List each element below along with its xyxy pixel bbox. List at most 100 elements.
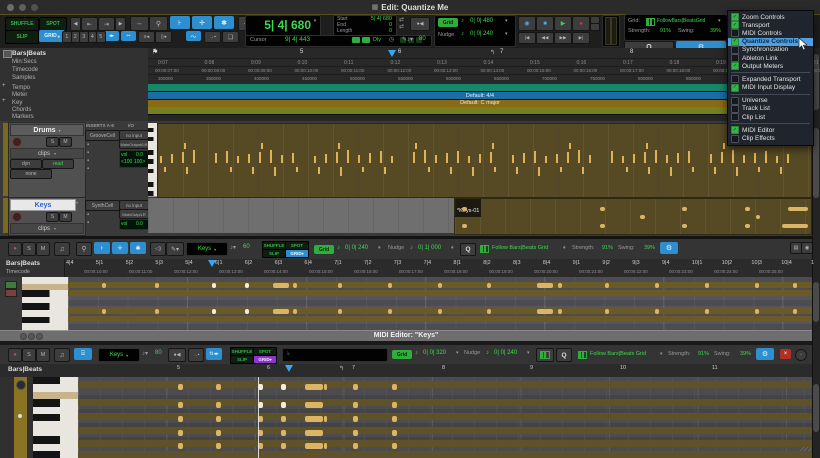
drum-midi-note[interactable] bbox=[710, 154, 712, 163]
midi-note[interactable] bbox=[281, 402, 286, 408]
drums-view-selector[interactable]: clips▾ bbox=[10, 148, 84, 159]
midi-note[interactable] bbox=[102, 283, 106, 288]
midi-note[interactable] bbox=[558, 309, 562, 314]
drum-midi-note[interactable] bbox=[336, 152, 338, 163]
drum-midi-note[interactable] bbox=[523, 153, 525, 163]
drums-elastic-audio-selector[interactable]: none bbox=[10, 169, 52, 179]
ed2-track-selector[interactable]: Keys▾ bbox=[98, 348, 140, 362]
ed1-remove-controller-button[interactable] bbox=[5, 289, 17, 297]
ed2-knob-icon[interactable] bbox=[16, 380, 26, 390]
drum-midi-note[interactable] bbox=[648, 167, 650, 174]
drum-midi-note[interactable] bbox=[765, 151, 767, 163]
ed2-close-button[interactable]: × bbox=[780, 349, 791, 359]
ed1-selector-tool-button[interactable]: ✛ bbox=[112, 242, 128, 254]
midi-note[interactable] bbox=[324, 416, 327, 422]
midi-note[interactable] bbox=[293, 283, 297, 288]
midi-note[interactable] bbox=[324, 443, 327, 449]
menu-item-expanded-transport[interactable]: Expanded Transport bbox=[728, 75, 813, 83]
midi-note[interactable] bbox=[392, 430, 397, 436]
midi-note[interactable] bbox=[353, 402, 358, 408]
drum-midi-note[interactable] bbox=[292, 153, 294, 163]
drum-midi-note[interactable] bbox=[626, 167, 628, 172]
ed1-record-button[interactable]: ● bbox=[8, 242, 22, 256]
ed1-grabber-tool-button[interactable]: ✱ bbox=[130, 242, 146, 254]
ed1-trim-tool-button[interactable]: ⊦ bbox=[94, 242, 110, 254]
drum-midi-note[interactable] bbox=[261, 143, 263, 149]
drum-midi-note[interactable] bbox=[424, 150, 426, 163]
ed2-input-monitor-button[interactable]: ●◀ bbox=[168, 348, 186, 362]
midi-note[interactable] bbox=[281, 384, 286, 390]
count-off-button[interactable] bbox=[590, 23, 600, 31]
ed2-mute-button[interactable]: M bbox=[36, 348, 50, 362]
drum-midi-note[interactable] bbox=[646, 143, 648, 149]
play-button[interactable]: ▶ bbox=[554, 16, 572, 31]
keys-track-lane[interactable] bbox=[148, 198, 454, 233]
drum-midi-note[interactable] bbox=[215, 153, 217, 163]
ed1-piano-key[interactable] bbox=[22, 323, 68, 331]
timeline-insertion-button[interactable]: →▪ bbox=[204, 31, 221, 43]
drum-midi-note[interactable] bbox=[340, 167, 342, 176]
midi-note[interactable] bbox=[487, 283, 491, 288]
midi-note[interactable] bbox=[178, 430, 183, 436]
ed1-notes-view-button[interactable]: ♫ bbox=[54, 242, 70, 256]
drum-midi-note[interactable] bbox=[415, 143, 417, 149]
drum-midi-note[interactable] bbox=[633, 154, 635, 163]
drum-midi-note[interactable] bbox=[380, 151, 382, 163]
drum-midi-note[interactable] bbox=[358, 155, 360, 163]
drum-midi-note[interactable] bbox=[655, 150, 657, 163]
drums-mute-button[interactable]: M bbox=[59, 137, 72, 147]
main-counter-menu-icon[interactable]: ▾ bbox=[311, 17, 319, 25]
zoom-in-arrow-icon[interactable]: ▶ bbox=[115, 17, 126, 31]
zoomer-tool-button[interactable]: ⚲ bbox=[149, 16, 168, 31]
pre-roll-indicator[interactable] bbox=[352, 37, 360, 43]
midi-note[interactable] bbox=[388, 283, 392, 288]
drum-midi-note[interactable] bbox=[226, 151, 228, 163]
ed2-keyboard-view-button[interactable]: ⌸ bbox=[74, 348, 92, 360]
drum-midi-note[interactable] bbox=[270, 150, 272, 163]
drum-midi-note[interactable] bbox=[512, 155, 514, 163]
insertion-follows-playback-button[interactable]: 〜 bbox=[186, 31, 201, 41]
shuffle-mode-button[interactable]: SHUFFLE bbox=[5, 17, 39, 31]
ed1-slip-mode[interactable]: SLIP bbox=[262, 249, 286, 258]
menu-item-midi-editor[interactable]: ✓MIDI Editor bbox=[728, 126, 813, 134]
slip-mode-button[interactable]: SLIP bbox=[5, 30, 39, 44]
drum-midi-note[interactable] bbox=[644, 152, 646, 163]
midi-note[interactable] bbox=[155, 283, 159, 288]
drum-midi-note[interactable] bbox=[560, 167, 562, 172]
drum-midi-note[interactable] bbox=[184, 143, 186, 149]
drum-midi-note[interactable] bbox=[237, 156, 239, 163]
ruler-name-meter[interactable]: Meter bbox=[12, 92, 27, 98]
spot-mode-button[interactable]: SPOT bbox=[39, 17, 67, 31]
ed2-target-button[interactable]: ◦ bbox=[795, 349, 807, 361]
drum-midi-note[interactable] bbox=[362, 167, 364, 172]
ed2-piano-key[interactable] bbox=[33, 451, 78, 458]
link-track-button[interactable]: ▯◂ bbox=[155, 31, 172, 43]
midi-note[interactable] bbox=[558, 283, 562, 288]
record-button[interactable]: ● bbox=[572, 16, 590, 31]
midi-note[interactable] bbox=[438, 309, 442, 314]
go-to-end-button[interactable]: ▶| bbox=[572, 32, 590, 44]
menu-item-transport[interactable]: ✓Transport bbox=[728, 21, 813, 29]
keys-midi-note[interactable] bbox=[462, 207, 467, 211]
drum-midi-note[interactable] bbox=[723, 143, 725, 149]
midi-note[interactable] bbox=[305, 443, 323, 449]
midi-note[interactable] bbox=[281, 430, 286, 436]
midi-note[interactable] bbox=[793, 309, 797, 314]
drum-midi-note[interactable] bbox=[369, 153, 371, 163]
drums-record-button[interactable] bbox=[12, 137, 22, 147]
midi-note[interactable] bbox=[353, 384, 358, 390]
drum-midi-note[interactable] bbox=[259, 152, 261, 163]
trim-tool-button[interactable]: ⊦ bbox=[170, 16, 190, 29]
keys-midi-note[interactable] bbox=[745, 207, 750, 211]
drum-midi-note[interactable] bbox=[670, 167, 672, 176]
zoomer-horizontal-button[interactable]: ↔ bbox=[130, 16, 149, 31]
midi-note[interactable] bbox=[605, 283, 609, 288]
menu-item-midi-input-display[interactable]: ✓MIDI Input Display bbox=[728, 84, 813, 92]
drums-insert-groovecell[interactable]: GrooveCell bbox=[85, 130, 120, 141]
drum-midi-note[interactable] bbox=[413, 152, 415, 163]
ed2-notes-view-button[interactable]: ♫ bbox=[54, 348, 70, 362]
keys-midi-note[interactable] bbox=[462, 224, 467, 228]
ed1-scrubber-button[interactable]: ◁) bbox=[150, 242, 166, 256]
midi-note[interactable] bbox=[305, 402, 323, 408]
drum-midi-note[interactable] bbox=[611, 151, 613, 163]
